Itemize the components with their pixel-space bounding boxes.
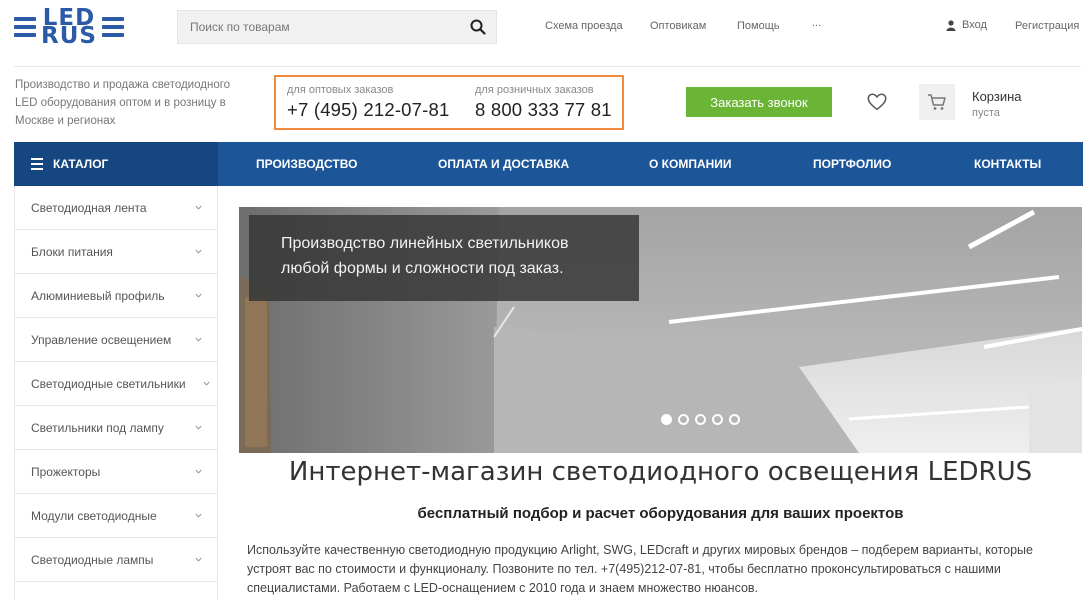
menu-icon	[31, 158, 43, 170]
sidebar-item-label: Светодиодные светильники	[31, 376, 186, 391]
heart-icon[interactable]	[866, 91, 888, 113]
slider-dot-2[interactable]	[678, 414, 689, 425]
logo-text: LED RUS	[41, 7, 97, 49]
intro-paragraph: Используйте качественную светодиодную пр…	[247, 543, 1033, 595]
slider-dot-1[interactable]	[661, 414, 672, 425]
sidebar-item-label: Светодиодная лента	[31, 200, 147, 215]
top-link-more[interactable]: ...	[812, 17, 821, 29]
sidebar-item-led-luminaires[interactable]: Светодиодные светильники	[14, 362, 218, 406]
top-link-directions[interactable]: Схема проезда	[545, 20, 623, 32]
hero-slider[interactable]: Производство линейных светильников любой…	[239, 207, 1082, 453]
top-link-help[interactable]: Помощь	[737, 20, 780, 32]
search-bar	[177, 10, 497, 44]
nav-item-payment-delivery[interactable]: ОПЛАТА И ДОСТАВКА	[438, 142, 569, 186]
sidebar-item-lighting-control[interactable]: Управление освещением	[14, 318, 218, 362]
sidebar-item-label: Управление освещением	[31, 332, 172, 347]
chevron-down-icon	[195, 205, 202, 210]
chevron-down-icon	[195, 469, 202, 474]
login-link[interactable]: Вход	[946, 19, 987, 31]
company-tagline: Производство и продажа светодиодного LED…	[15, 79, 231, 127]
page-title: Интернет-магазин светодиодного освещения…	[288, 457, 1033, 487]
nav-item-contacts[interactable]: КОНТАКТЫ	[974, 142, 1041, 186]
retail-phone-number[interactable]: 8 800 333 77 81	[475, 99, 612, 121]
page-subtitle: бесплатный подбор и расчет оборудования …	[417, 505, 904, 522]
chevron-down-icon	[195, 293, 202, 298]
catalog-sidebar: Светодиодная лента Блоки питания Алюмини…	[14, 186, 218, 600]
catalog-label: КАТАЛОГ	[53, 157, 109, 171]
sidebar-item-led-lamps[interactable]: Светодиодные лампы	[14, 538, 218, 582]
register-link[interactable]: Регистрация	[1015, 20, 1079, 32]
user-icon	[946, 19, 956, 31]
sidebar-item-partial[interactable]	[14, 582, 218, 600]
nav-item-production[interactable]: ПРОИЗВОДСТВО	[256, 142, 357, 186]
phone-numbers-box: для оптовых заказов +7 (495) 212-07-81 д…	[274, 75, 624, 130]
sidebar-item-led-modules[interactable]: Модули светодиодные	[14, 494, 218, 538]
slider-dot-5[interactable]	[729, 414, 740, 425]
sidebar-item-label: Модули светодиодные	[31, 508, 157, 523]
chevron-down-icon	[195, 557, 202, 562]
top-link-wholesale[interactable]: Оптовикам	[650, 20, 706, 32]
sidebar-item-label: Алюминиевый профиль	[31, 288, 165, 303]
wholesale-phone: для оптовых заказов +7 (495) 212-07-81	[287, 83, 450, 121]
chevron-down-icon	[195, 249, 202, 254]
sidebar-item-floodlights[interactable]: Прожекторы	[14, 450, 218, 494]
cart-title[interactable]: Корзина	[972, 89, 1022, 104]
nav-item-about[interactable]: О КОМПАНИИ	[649, 142, 732, 186]
hero-caption-line-2: любой формы и сложности под заказ.	[281, 260, 564, 277]
sidebar-item-power-supplies[interactable]: Блоки питания	[14, 230, 218, 274]
sidebar-item-label: Светодиодные лампы	[31, 552, 154, 567]
slider-dots	[661, 414, 740, 425]
wholesale-phone-caption: для оптовых заказов	[287, 84, 394, 96]
chevron-down-icon	[195, 425, 202, 430]
logo-bars-right	[101, 17, 124, 37]
nav-item-portfolio[interactable]: ПОРТФОЛИО	[813, 142, 891, 186]
logo-bars-left	[14, 17, 36, 37]
search-icon[interactable]	[470, 19, 486, 35]
search-input[interactable]	[178, 11, 458, 43]
chevron-down-icon	[203, 381, 210, 386]
slider-dot-4[interactable]	[712, 414, 723, 425]
slider-dot-3[interactable]	[695, 414, 706, 425]
header-divider	[14, 66, 1081, 67]
login-label: Вход	[962, 19, 987, 31]
logo-line-2: RUS	[41, 23, 97, 49]
wholesale-phone-number[interactable]: +7 (495) 212-07-81	[287, 99, 450, 121]
chevron-down-icon	[195, 337, 202, 342]
cart-button[interactable]	[919, 84, 955, 120]
sidebar-item-lamp-fixtures[interactable]: Светильники под лампу	[14, 406, 218, 450]
hero-caption: Производство линейных светильников любой…	[249, 215, 639, 301]
main-nav: КАТАЛОГ ПРОИЗВОДСТВО ОПЛАТА И ДОСТАВКА О…	[14, 142, 1083, 186]
cart-status: пуста	[972, 107, 1000, 119]
chevron-down-icon	[195, 513, 202, 518]
top-bar: LED RUS Схема проезда Оптовикам Помощь .…	[0, 0, 1089, 60]
catalog-menu-button[interactable]: КАТАЛОГ	[14, 142, 218, 186]
sidebar-item-led-strip[interactable]: Светодиодная лента	[14, 186, 218, 230]
site-logo[interactable]: LED RUS	[14, 6, 138, 48]
sidebar-item-label: Блоки питания	[31, 244, 113, 259]
request-callback-button[interactable]: Заказать звонок	[686, 87, 832, 117]
retail-phone: для розничных заказов 8 800 333 77 81	[475, 83, 612, 121]
retail-phone-caption: для розничных заказов	[475, 84, 594, 96]
cart-icon	[928, 94, 946, 110]
hero-caption-line-1: Производство линейных светильников	[281, 235, 569, 252]
sidebar-item-label: Прожекторы	[31, 464, 101, 479]
sidebar-item-label: Светильники под лампу	[31, 420, 164, 435]
sidebar-item-aluminium-profile[interactable]: Алюминиевый профиль	[14, 274, 218, 318]
